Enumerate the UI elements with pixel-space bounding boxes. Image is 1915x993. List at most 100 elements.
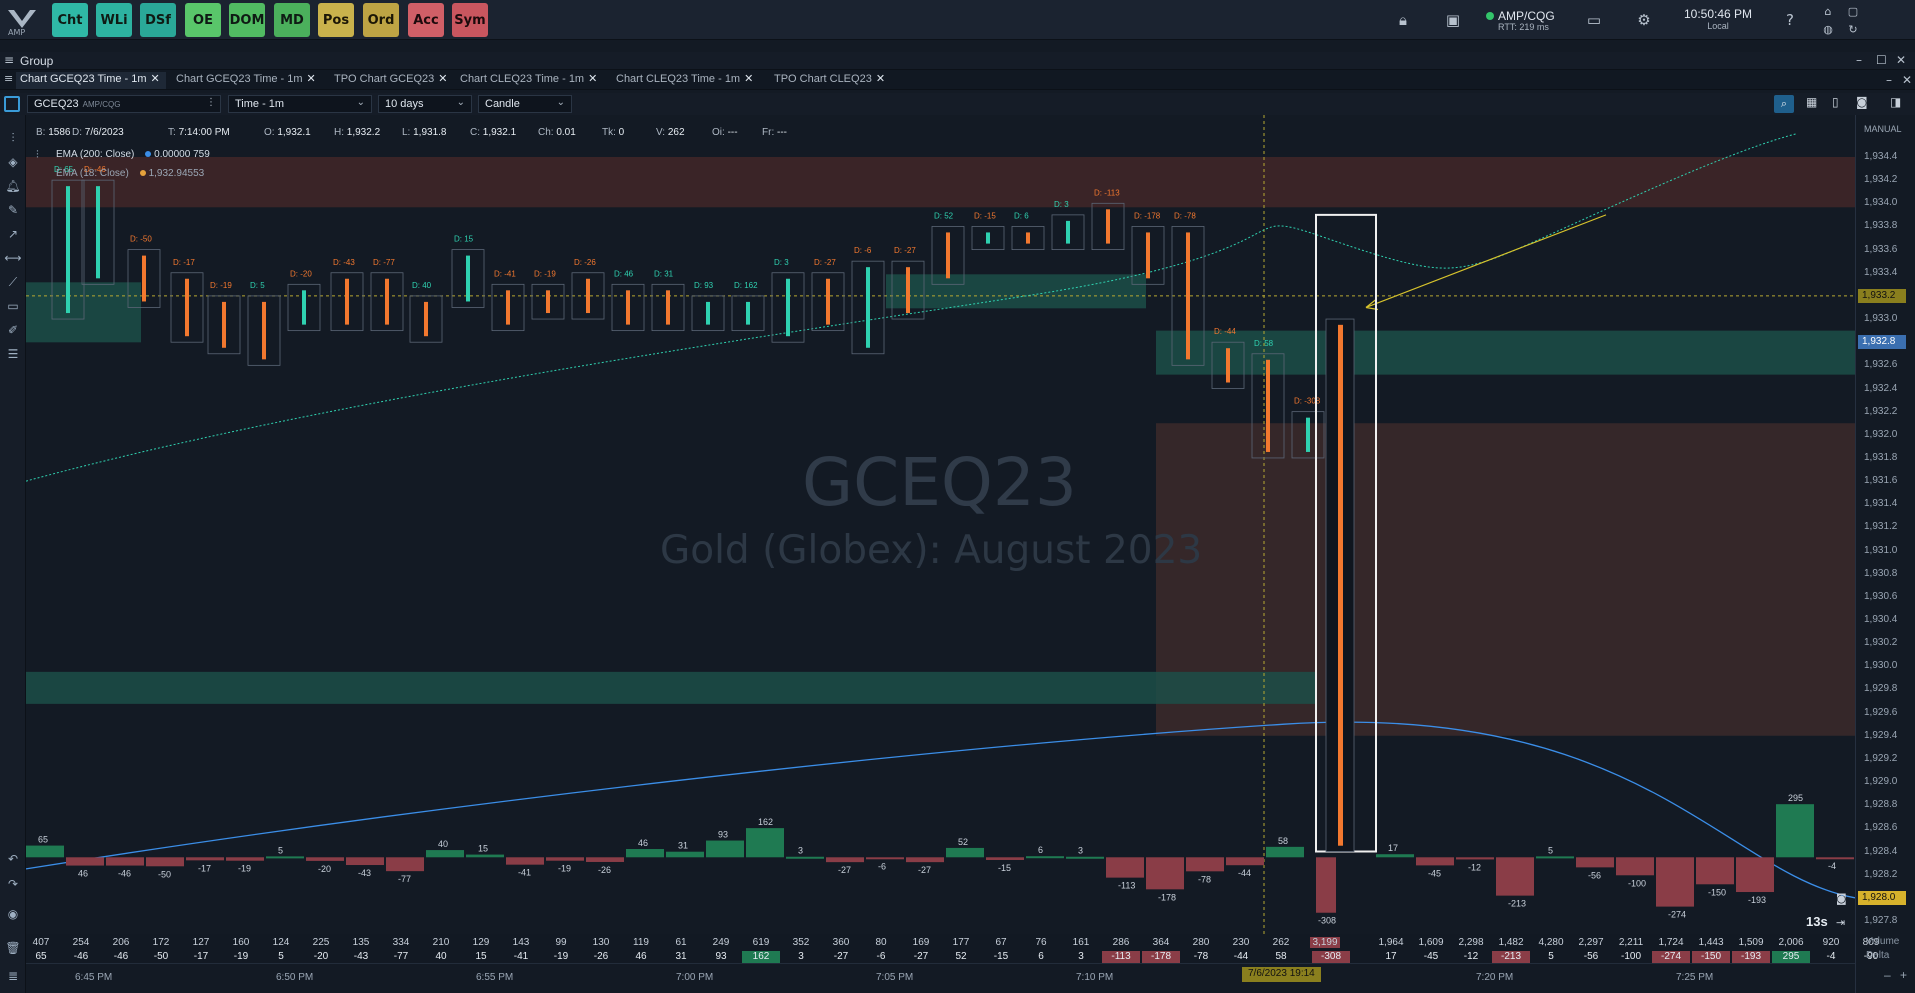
eye-icon[interactable]: ◉ [4, 905, 22, 923]
more-icon[interactable]: ⋮ [206, 97, 216, 108]
tab-1[interactable]: Chart GCEQ23 Time - 1m ✕ [16, 72, 166, 89]
ema-18-legend[interactable]: EMA (18: Close) 1,932.94553 [56, 168, 204, 179]
delta-bar-label: -56 [1588, 870, 1601, 880]
delta-bar [1106, 857, 1144, 878]
zoom-in-icon[interactable]: + [1900, 968, 1907, 982]
delta-bar [1496, 857, 1534, 896]
app-button-cht[interactable]: Cht [52, 3, 88, 37]
help-icon[interactable]: ? [1780, 10, 1800, 30]
search-chart-icon[interactable]: ⌕ [1774, 95, 1794, 113]
tab-close-icon[interactable]: ✕ [1902, 73, 1912, 87]
camera-icon[interactable]: ◙ [1856, 95, 1868, 109]
price-axis[interactable]: MANUAL 1,934.4 1,934.2 1,934.0 1,933.8 1,933… [1855, 115, 1915, 993]
rectangle-icon[interactable]: ▭ [4, 297, 22, 315]
volume-cell: 4,280 [1538, 937, 1564, 948]
trend-line-icon[interactable]: ↗ [4, 225, 22, 243]
delta-bar-label: -150 [1708, 887, 1726, 897]
refresh-icon[interactable]: ↻ [1843, 20, 1863, 40]
group-menu-icon[interactable]: ≡ [4, 53, 14, 67]
tab-4[interactable]: Chart CLEQ23 Time - 1m ✕ [456, 72, 606, 89]
app-button-ord[interactable]: Ord [363, 3, 399, 37]
tab-3[interactable]: TPO Chart GCEQ23 ✕ [330, 72, 450, 89]
mouse-icon[interactable]: ▯ [1832, 95, 1839, 109]
footprint-delta-label: D: -26 [574, 258, 596, 267]
app-button-dsf[interactable]: DSf [140, 3, 176, 37]
footprint-delta-label: D: 58 [1254, 339, 1274, 348]
tab-close-icon[interactable]: ✕ [151, 72, 160, 85]
scroll-to-end-icon[interactable]: ⇥ [1836, 916, 1845, 929]
maximize-icon[interactable]: ☐ [1876, 53, 1887, 67]
indicator-icon[interactable]: ⫶ [4, 129, 22, 147]
volume-cell: 210 [432, 937, 450, 948]
tab-6[interactable]: TPO Chart CLEQ23 ✕ [770, 72, 890, 89]
delta-bar-label: 6 [1038, 845, 1043, 855]
connection-name[interactable]: AMP/CQG [1498, 9, 1555, 23]
ema-200-legend[interactable]: EMA (200: Close) 0.00000 759 [56, 149, 210, 160]
window-restore-icon[interactable]: ▢ [1843, 2, 1863, 22]
app-button-dom[interactable]: DOM [229, 3, 265, 37]
indicator-chart-icon[interactable]: ⫶ [36, 148, 39, 162]
volume-cell: 352 [792, 937, 810, 948]
gear-icon[interactable]: ⚙ [1634, 10, 1654, 30]
lock-icon[interactable]: 🔒︎ [1393, 10, 1413, 30]
ray-icon[interactable]: ⟋ [4, 273, 22, 291]
symbol-input[interactable]: GCEQ23 AMP/CQG ⋮ [27, 95, 221, 113]
app-button-acc[interactable]: Acc [408, 3, 444, 37]
side-panel-icon[interactable]: ◨ [1890, 95, 1901, 109]
tab-minimize-icon[interactable]: – [1886, 73, 1892, 87]
trash-icon[interactable]: 🗑︎ [4, 939, 22, 957]
range-select[interactable]: 10 days ⌄ [378, 95, 472, 113]
minimize-icon[interactable]: – [1856, 53, 1862, 67]
cart-icon[interactable]: ⌂ [1818, 2, 1838, 22]
close-icon[interactable]: ✕ [1896, 53, 1906, 67]
delta-bar [66, 857, 104, 866]
volume-cell: 177 [952, 937, 970, 948]
app-button-pos[interactable]: Pos [318, 3, 354, 37]
tab-close-icon[interactable]: ✕ [876, 72, 885, 85]
app-button-wli[interactable]: WLi [96, 3, 132, 37]
tabs-menu-icon[interactable]: ≡ [4, 72, 13, 85]
app-button-md[interactable]: MD [274, 3, 310, 37]
template-icon[interactable]: ☰ [4, 345, 22, 363]
chevron-down-icon: ⌄ [556, 97, 565, 108]
tab-close-icon[interactable]: ✕ [307, 72, 316, 85]
tab-close-icon[interactable]: ✕ [744, 72, 753, 85]
layout-icon[interactable]: ▣ [1443, 10, 1463, 30]
app-button-oe[interactable]: OE [185, 3, 221, 37]
redo-icon[interactable]: ↷ [4, 875, 22, 893]
ch-label: Ch: [538, 127, 554, 138]
panel-toggle-icon[interactable] [4, 96, 20, 112]
tab-2[interactable]: Chart GCEQ23 Time - 1m ✕ [172, 72, 324, 89]
price-tick: 1,932.4 [1864, 382, 1898, 394]
annotation-arrow [1365, 214, 1607, 309]
brush-icon[interactable]: ✐ [4, 321, 22, 339]
delta-bar-label: -44 [1238, 868, 1251, 878]
zoom-out-icon[interactable]: – [1884, 968, 1891, 982]
tab-close-icon[interactable]: ✕ [588, 72, 597, 85]
interval-select[interactable]: Time - 1m ⌄ [228, 95, 372, 113]
tab-close-icon[interactable]: ✕ [438, 72, 447, 85]
pencil-icon[interactable]: ✎ [4, 201, 22, 219]
user-icon[interactable]: ◍ [1818, 20, 1838, 40]
undo-icon[interactable]: ↶ [4, 850, 22, 868]
style-select[interactable]: Candle ⌄ [478, 95, 572, 113]
footprint-candle [1226, 348, 1230, 383]
volume-cell: 61 [675, 937, 687, 948]
app-button-sym[interactable]: Sym [452, 3, 488, 37]
chat-icon[interactable]: ▭ [1584, 10, 1604, 30]
horizontal-line-icon[interactable]: ⟷ [4, 249, 22, 267]
tab-5[interactable]: Chart CLEQ23 Time - 1m ✕ [612, 72, 764, 89]
volume-cell: 262 [1272, 937, 1290, 948]
list-icon[interactable]: ≣ [4, 967, 22, 985]
alert-icon[interactable]: 🔔︎ [4, 177, 22, 195]
manual-scale-label[interactable]: MANUAL [1864, 124, 1902, 134]
volume-cell: 360 [832, 937, 850, 948]
delta-bar-label: -12 [1468, 862, 1481, 872]
calculator-icon[interactable]: ▦ [1806, 95, 1817, 109]
layers-icon[interactable]: ◈ [4, 153, 22, 171]
delta-bar [306, 857, 344, 861]
camera-small-icon[interactable]: ◙ [1836, 892, 1847, 905]
time-tick: 6:55 PM [476, 972, 514, 983]
c-value: 1,932.1 [482, 127, 517, 138]
time-axis[interactable]: 6:45 PM 6:50 PM 6:55 PM 7:00 PM 7:05 PM 7:10 … [26, 963, 1855, 993]
